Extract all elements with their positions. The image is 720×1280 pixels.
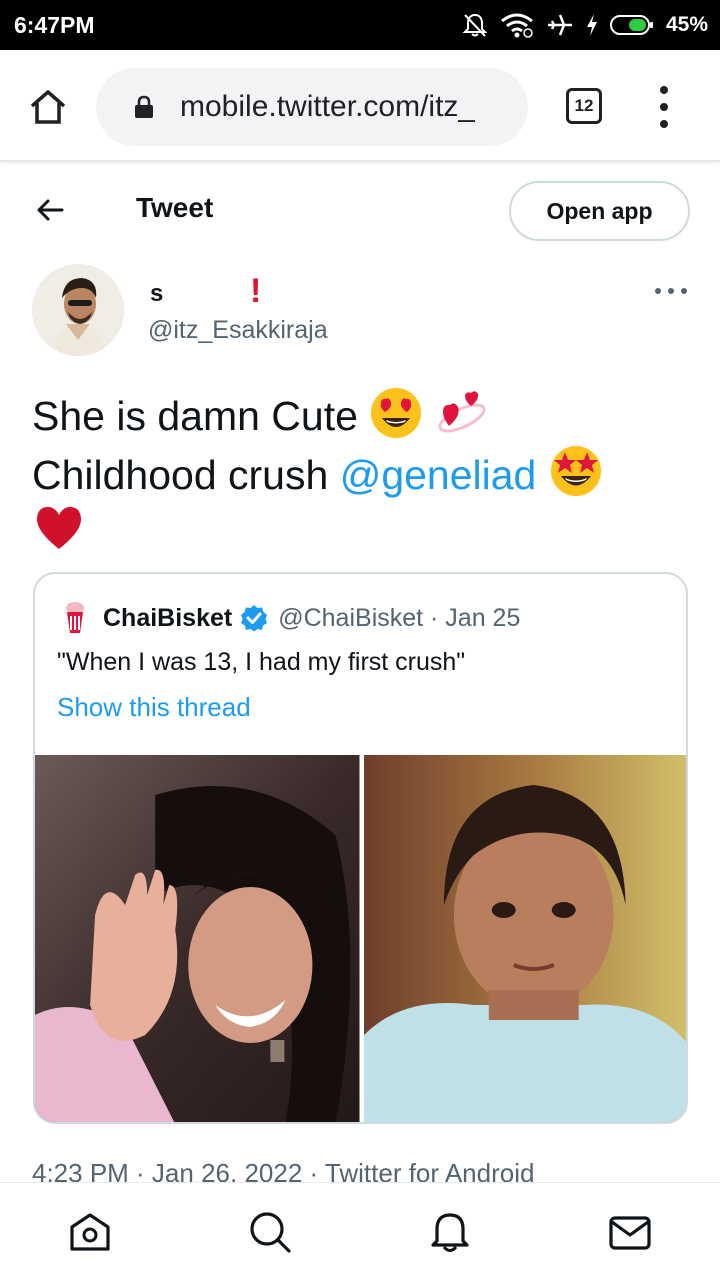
home-icon[interactable]: [67, 1209, 113, 1255]
status-bar: 6:47PM 45%: [0, 0, 720, 50]
show-thread-link[interactable]: Show this thread: [57, 692, 251, 723]
tweet-text: She is damn Cute Childhood crush @geneli…: [32, 386, 692, 556]
browser-toolbar: mobile.twitter.com/itz_ 12: [0, 50, 720, 162]
status-icons: 45%: [462, 11, 708, 39]
url-text: mobile.twitter.com/itz_: [180, 90, 476, 123]
author-handle[interactable]: @itz_Esakkiraja: [148, 316, 328, 345]
battery-percent: 45%: [665, 13, 708, 36]
author-display-name[interactable]: s: [150, 280, 163, 308]
quoted-tweet-header: ChaiBisket @ChaiBisket · Jan 25: [61, 600, 520, 636]
tab-switcher-button[interactable]: 12: [566, 88, 602, 124]
battery-icon: [609, 15, 653, 35]
back-arrow-icon[interactable]: [34, 194, 66, 226]
revolving-hearts-emoji: [438, 391, 486, 433]
quoted-handle-date: @ChaiBisket · Jan 25: [278, 603, 521, 632]
lock-icon: [135, 95, 153, 118]
charging-icon: [586, 14, 597, 36]
address-bar[interactable]: mobile.twitter.com/itz_: [96, 68, 528, 146]
tweet-text-line2: Childhood crush: [32, 452, 329, 498]
mention-link[interactable]: @geneliad: [340, 452, 537, 498]
avatar[interactable]: [32, 264, 124, 356]
wifi-icon: [501, 13, 533, 38]
media-photo-left[interactable]: [35, 755, 360, 1122]
tweet-text-line1: She is damn Cute: [32, 393, 358, 439]
quoted-tweet-card[interactable]: ChaiBisket @ChaiBisket · Jan 25 "When I …: [33, 572, 688, 1124]
open-app-button[interactable]: Open app: [509, 181, 690, 241]
verified-badge-icon: [241, 605, 268, 632]
notifications-icon[interactable]: [427, 1209, 473, 1255]
heart-eyes-emoji: [371, 388, 422, 438]
media-photo-right[interactable]: [363, 755, 686, 1122]
chaibisket-avatar[interactable]: [61, 600, 89, 636]
bottom-nav: [0, 1182, 720, 1280]
author-name-decoration: !: [250, 272, 262, 310]
red-heart-emoji: [36, 507, 82, 549]
browser-menu-icon[interactable]: [652, 86, 676, 128]
mute-icon: [462, 13, 488, 37]
home-icon[interactable]: [28, 88, 68, 126]
search-icon[interactable]: [247, 1209, 293, 1255]
quoted-tweet-text: "When I was 13, I had my first crush": [57, 648, 466, 676]
star-struck-emoji: [550, 446, 601, 496]
airplane-icon: [547, 14, 572, 36]
page-title: Tweet: [136, 192, 214, 223]
status-time: 6:47PM: [14, 11, 95, 38]
tweet-header: Tweet Open app: [0, 164, 720, 256]
quoted-author-name[interactable]: ChaiBisket: [103, 604, 232, 633]
more-options-icon[interactable]: [655, 286, 687, 296]
messages-icon[interactable]: [607, 1209, 653, 1255]
quoted-media-grid: [35, 755, 686, 1122]
